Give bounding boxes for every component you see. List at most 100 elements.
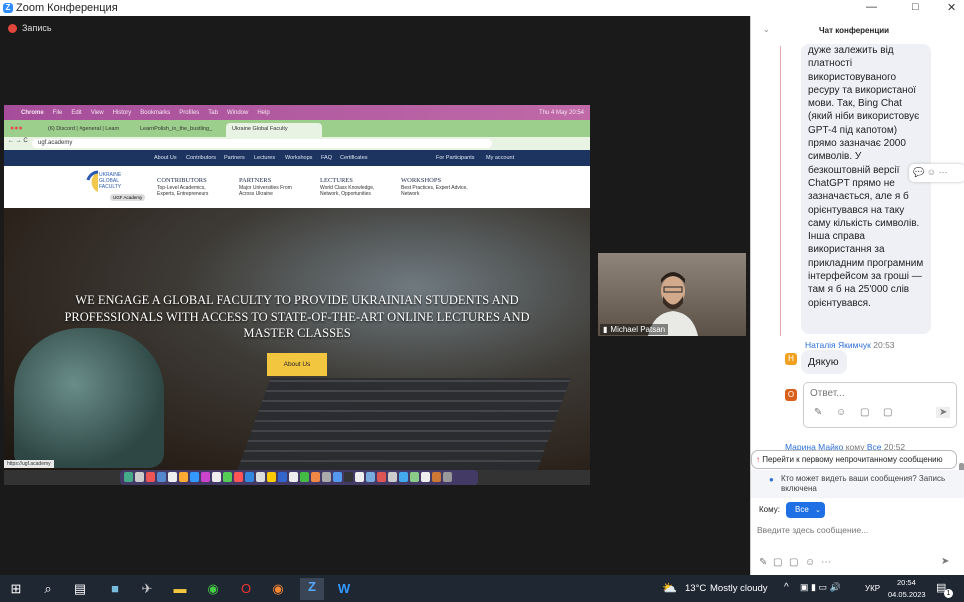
recording-label: Запись — [22, 23, 52, 33]
column-desc: Across Ukraine — [239, 191, 273, 197]
file-explorer-icon[interactable]: ▬ — [171, 580, 189, 597]
site-nav-item: FAQ — [321, 155, 333, 161]
column-title: PARTNERS — [239, 177, 272, 184]
firefox-icon[interactable]: ◉ — [269, 580, 287, 597]
column-desc: Network — [401, 191, 420, 197]
site-nav-item: Partners — [224, 155, 245, 161]
emoji-icon[interactable]: ☺ — [927, 167, 936, 177]
browser-tab: (6) Discord | #general | Learn — [48, 126, 120, 132]
tray-chevron-icon[interactable]: ^ — [784, 582, 789, 593]
weather-temp[interactable]: 13°C — [685, 583, 706, 594]
message-input[interactable] — [757, 523, 947, 537]
send-icon[interactable]: ➤ — [941, 556, 949, 567]
to-label: Кому: — [759, 505, 780, 514]
academy-dropdown: UGF Academy — [110, 194, 146, 201]
menu-item: Edit — [71, 109, 82, 116]
title-bar: Z Zoom Конференция — □ ✕ — [0, 0, 964, 16]
reply-box[interactable]: Ответ... ✎ ☺ ▢ ▢ ➤ — [803, 382, 957, 428]
chat-title: Чат конференции — [819, 26, 890, 35]
laptop-image — [237, 378, 571, 470]
app-icon[interactable]: ■ — [106, 580, 124, 597]
jump-to-unread-button[interactable]: ↑ Перейти к первому непрочитанному сообщ… — [751, 450, 957, 469]
recipient-value: Все — [795, 505, 809, 514]
task-view-icon[interactable]: ▤ — [71, 580, 89, 597]
minimize-button[interactable]: — — [866, 1, 877, 13]
menu-item: History — [112, 109, 132, 116]
sender-name: Наталія Якимчук — [805, 340, 871, 350]
start-icon[interactable]: ⊞ — [7, 580, 25, 597]
mac-clock: Thu 4 May 20:54 — [538, 109, 584, 116]
maximize-button[interactable]: □ — [912, 1, 919, 13]
mac-menubar: Chrome File Edit View History Bookmarks … — [4, 105, 590, 120]
screenshot-icon[interactable]: ▢ — [883, 407, 892, 418]
column-title: WORKSHOPS — [401, 177, 442, 184]
arrow-up-icon: ↑ — [756, 455, 760, 464]
participant-video[interactable]: ▮ Michael Patsan — [598, 253, 746, 336]
browser-tab-active: Ukraine Global Faculty — [226, 123, 322, 137]
app-icon[interactable]: ✈ — [138, 580, 156, 597]
ugf-logo: UKRAINE GLOBAL FACULTY UGF Academy — [86, 168, 146, 202]
file-icon[interactable]: ▢ — [860, 407, 869, 418]
avatar: О — [785, 389, 797, 401]
tray-icons[interactable]: ▣ ▮ ▭ 🔊 — [800, 582, 841, 593]
hero-section: We engage a global faculty to provide Uk… — [4, 208, 590, 470]
zoom-logo-icon: Z — [3, 3, 13, 13]
people-icon: ● — [769, 475, 774, 484]
url-field: ugf.academy — [32, 139, 492, 148]
site-nav-item: Workshops — [285, 155, 313, 161]
chat-header: ⌄ Чат конференции — [751, 16, 964, 46]
menu-item: Tab — [208, 109, 218, 116]
emoji-icon[interactable]: ☺ — [836, 407, 846, 418]
site-nav-item: For Participants — [436, 155, 475, 161]
site-nav-item: Certificates — [340, 155, 368, 161]
site-nav-item: Contributors — [186, 155, 216, 161]
collapse-chevron-icon[interactable]: ⌄ — [763, 25, 770, 34]
emoji-icon[interactable]: ☺ — [805, 557, 815, 568]
recording-indicator[interactable]: Запись — [8, 23, 52, 33]
message-actions: 💬 ☺ ⋯ — [909, 164, 964, 182]
weather-text[interactable]: Mostly cloudy — [710, 583, 768, 594]
reply-icon[interactable]: 💬 — [913, 167, 924, 177]
reply-input[interactable]: Ответ... — [810, 388, 845, 399]
window-title: Zoom Конференция — [16, 2, 118, 14]
clock-date[interactable]: 04.05.2023 — [888, 590, 926, 599]
chrome-icon[interactable]: ◉ — [204, 580, 222, 597]
language-indicator[interactable]: УКР — [865, 584, 880, 593]
mug-image — [14, 328, 164, 468]
word-icon[interactable]: W — [335, 580, 353, 597]
menu-item: File — [52, 109, 63, 116]
notification-count: 1 — [944, 589, 953, 598]
message-time: 20:53 — [873, 340, 895, 350]
close-button[interactable]: ✕ — [947, 1, 956, 14]
menu-item: Window — [226, 109, 249, 116]
format-icon[interactable]: ✎ — [814, 407, 822, 418]
file-icon[interactable]: ▢ — [789, 557, 798, 568]
visibility-notice[interactable]: ● Кто может видеть ваши сообщения? Запись… — [751, 470, 964, 498]
format-icon[interactable]: ✎ — [759, 557, 767, 568]
recipient-select[interactable]: Все ⌄ — [786, 502, 825, 518]
window-controls-icon: ●●● — [10, 125, 23, 132]
send-icon[interactable]: ➤ — [936, 407, 951, 418]
column-desc: Experts, Entrepreneurs — [157, 191, 209, 197]
menu-item: Profiles — [179, 109, 200, 116]
zoom-app-icon[interactable]: Z — [300, 578, 324, 600]
site-nav-item: Lectures — [254, 155, 276, 161]
site-nav-item: My account — [486, 155, 515, 161]
column-partners: PARTNERS Major Universities From Across Uk… — [239, 177, 292, 197]
address-bar: ← → C ugf.academy — [4, 137, 590, 150]
clock-time[interactable]: 20:54 — [897, 578, 916, 587]
screenshot-icon[interactable]: ▢ — [773, 557, 782, 568]
hero-headline: We engage a global faculty to provide Uk… — [64, 293, 530, 340]
chat-message: Дякую — [801, 350, 847, 374]
column-title: CONTRIBUTORS — [157, 177, 207, 184]
visibility-text: Кто может видеть ваши сообщения? Запись … — [781, 474, 946, 493]
column-lectures: LECTURES World Class Knowledge, Network, O… — [320, 177, 374, 197]
column-desc: Network, Opportunities — [320, 191, 371, 197]
more-icon[interactable]: ⋯ — [938, 167, 947, 177]
shared-screen: Chrome File Edit View History Bookmarks … — [4, 105, 590, 485]
about-us-button: About Us — [267, 353, 327, 376]
opera-icon[interactable]: O — [237, 580, 255, 597]
more-icon[interactable]: ⋯ — [821, 557, 831, 568]
participant-name-label: ▮ Michael Patsan — [600, 324, 669, 335]
search-icon[interactable]: ⌕ — [39, 580, 57, 597]
